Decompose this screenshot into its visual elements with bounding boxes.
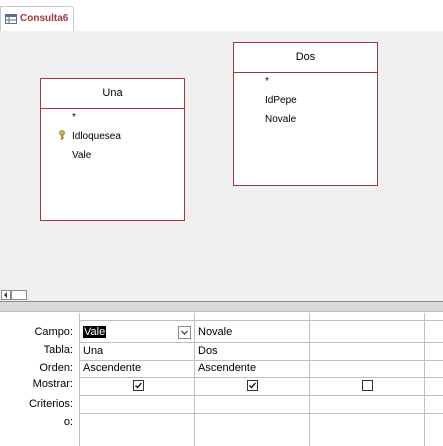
horizontal-scrollbar[interactable] xyxy=(0,289,443,301)
grid-line xyxy=(79,342,443,343)
field-all[interactable]: * xyxy=(72,112,76,123)
field-all[interactable]: * xyxy=(265,76,269,87)
row-label-mostrar: Mostrar: xyxy=(32,378,73,390)
table-title[interactable]: Una xyxy=(41,79,184,109)
grid-line xyxy=(79,395,443,396)
field-novale[interactable]: Novale xyxy=(265,114,296,125)
campo-cell-2[interactable]: Novale xyxy=(198,326,232,338)
column-selector-3[interactable] xyxy=(310,313,425,321)
scroll-thumb[interactable] xyxy=(11,290,27,300)
grid-line xyxy=(79,360,443,361)
field-vale[interactable]: Vale xyxy=(72,150,91,161)
tab-consulta6[interactable]: Consulta6 xyxy=(0,6,74,31)
pane-splitter[interactable] xyxy=(0,301,443,312)
mostrar-checkbox-2[interactable] xyxy=(247,380,258,391)
query-design-canvas[interactable]: Una * Idloquesea Vale Dos * IdPepe Noval… xyxy=(0,31,443,289)
checkmark-icon xyxy=(249,382,256,389)
chevron-down-icon xyxy=(181,330,188,335)
mostrar-checkbox-1[interactable] xyxy=(133,380,144,391)
row-label-tabla: Tabla: xyxy=(43,344,73,356)
mostrar-checkbox-3[interactable] xyxy=(362,380,373,391)
query-icon xyxy=(5,14,17,24)
tabla-cell-2[interactable]: Dos xyxy=(198,345,218,357)
row-label-o: o: xyxy=(63,416,73,428)
column-selector-1[interactable] xyxy=(80,313,195,321)
primary-key-icon xyxy=(59,130,65,140)
field-idloquesea[interactable]: Idloquesea xyxy=(72,131,121,142)
campo-cell-1[interactable]: Vale xyxy=(83,326,107,338)
document-tab-strip: Consulta6 xyxy=(0,0,443,32)
grid-line xyxy=(79,377,443,378)
orden-cell-1[interactable]: Ascendente xyxy=(83,362,141,374)
column-selector-2[interactable] xyxy=(195,313,310,321)
caret-left-icon xyxy=(4,292,7,298)
row-label-campo: Campo: xyxy=(34,326,73,338)
field-idpepe[interactable]: IdPepe xyxy=(265,95,297,106)
row-label-criterios: Criterios: xyxy=(28,398,73,410)
table-box-dos[interactable]: Dos * IdPepe Novale xyxy=(233,42,378,186)
column-selector-4[interactable] xyxy=(425,313,443,321)
grid-line xyxy=(424,313,425,446)
grid-line xyxy=(79,413,443,414)
tabla-cell-1[interactable]: Una xyxy=(83,345,103,357)
grid-line xyxy=(309,313,310,446)
table-title[interactable]: Dos xyxy=(234,43,377,73)
grid-line xyxy=(194,313,195,446)
grid-line xyxy=(79,313,80,446)
table-box-una[interactable]: Una * Idloquesea Vale xyxy=(40,78,185,221)
tab-label: Consulta6 xyxy=(20,13,69,24)
checkmark-icon xyxy=(135,382,142,389)
campo-dropdown-button[interactable] xyxy=(178,326,191,339)
orden-cell-2[interactable]: Ascendente xyxy=(198,362,256,374)
scroll-left-button[interactable] xyxy=(1,290,11,300)
row-label-orden: Orden: xyxy=(39,362,73,374)
